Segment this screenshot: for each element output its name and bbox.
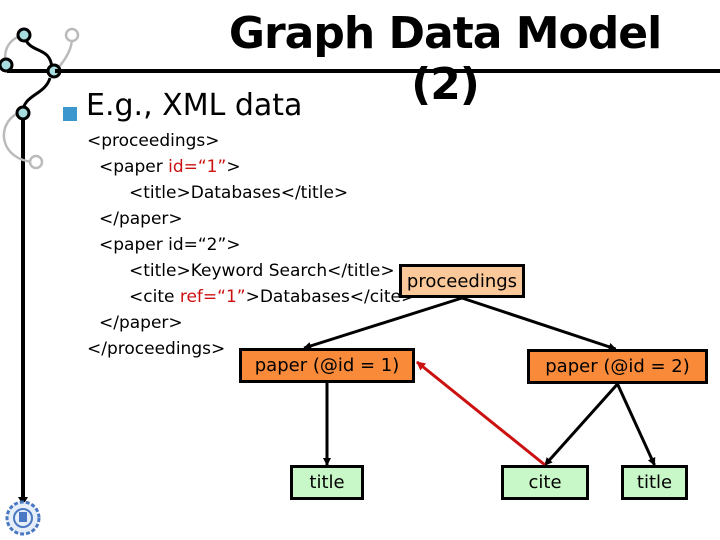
edge-reference-cite-to-paper1 (416, 360, 546, 467)
node-paper-1: paper (@id = 1) (239, 348, 415, 383)
node-title-1: title (290, 465, 364, 500)
edge-paper2-to-title2 (616, 383, 656, 466)
graph-edges (303, 296, 656, 467)
node-proceedings: proceedings (399, 264, 525, 298)
node-paper-2: paper (@id = 2) (527, 349, 708, 384)
node-label: cite (528, 472, 562, 493)
node-label: title (309, 472, 345, 493)
node-label: proceedings (406, 270, 518, 292)
node-label: title (636, 472, 673, 493)
node-title-2: title (621, 465, 688, 500)
node-cite: cite (501, 465, 589, 500)
node-label: paper (@id = 1) (254, 355, 400, 376)
edge-proceedings-to-paper1 (303, 296, 463, 350)
edge-proceedings-to-paper2 (461, 296, 617, 351)
node-label: paper (@id = 2) (545, 356, 690, 377)
edge-paper2-to-cite (543, 382, 619, 467)
